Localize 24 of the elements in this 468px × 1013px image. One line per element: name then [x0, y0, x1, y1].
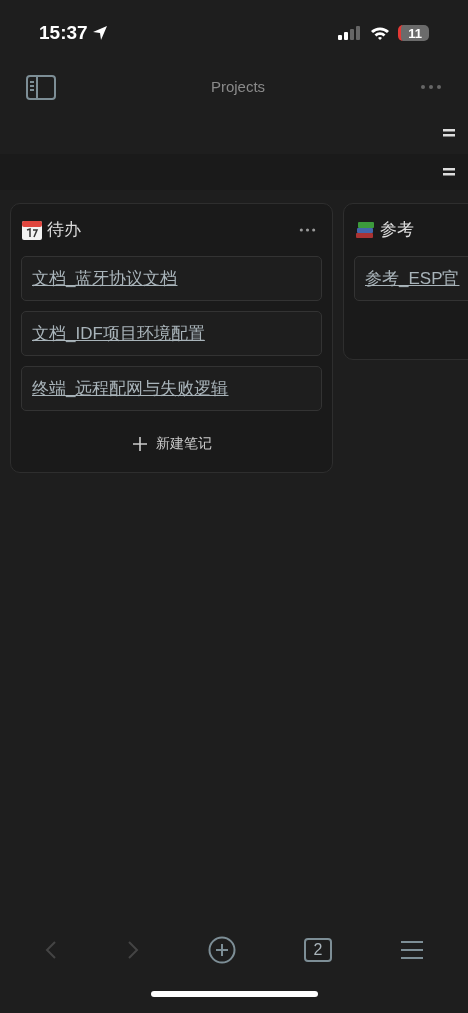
tabs-count-button[interactable]: 2	[304, 938, 332, 962]
calendar-icon	[21, 219, 43, 241]
location-icon	[91, 25, 108, 41]
note-card[interactable]: 文档_蓝牙协议文档	[21, 256, 322, 301]
status-time: 15:37	[39, 20, 88, 45]
books-icon	[354, 219, 376, 241]
drag-handle-icon[interactable]	[443, 128, 455, 138]
drag-handle-icon[interactable]	[443, 167, 455, 177]
add-icon[interactable]	[208, 936, 236, 964]
menu-icon[interactable]	[400, 940, 424, 960]
note-card[interactable]: 参考_ESP官	[354, 256, 468, 301]
signal-icon	[338, 26, 362, 40]
plus-icon	[131, 435, 148, 452]
column-title: 待办	[47, 219, 81, 242]
new-note-button[interactable]: 新建笔记	[131, 433, 212, 454]
column-title: 参考	[380, 219, 414, 242]
more-icon[interactable]	[299, 227, 316, 233]
note-card[interactable]: 终端_远程配网与失败逻辑	[21, 366, 322, 411]
more-icon[interactable]	[420, 84, 442, 90]
wifi-icon	[370, 25, 390, 41]
page-title: Projects	[209, 76, 267, 97]
sidebar-icon[interactable]	[26, 74, 56, 100]
battery-indicator: 11	[398, 25, 429, 41]
note-card[interactable]: 文档_IDF项目环境配置	[21, 311, 322, 356]
